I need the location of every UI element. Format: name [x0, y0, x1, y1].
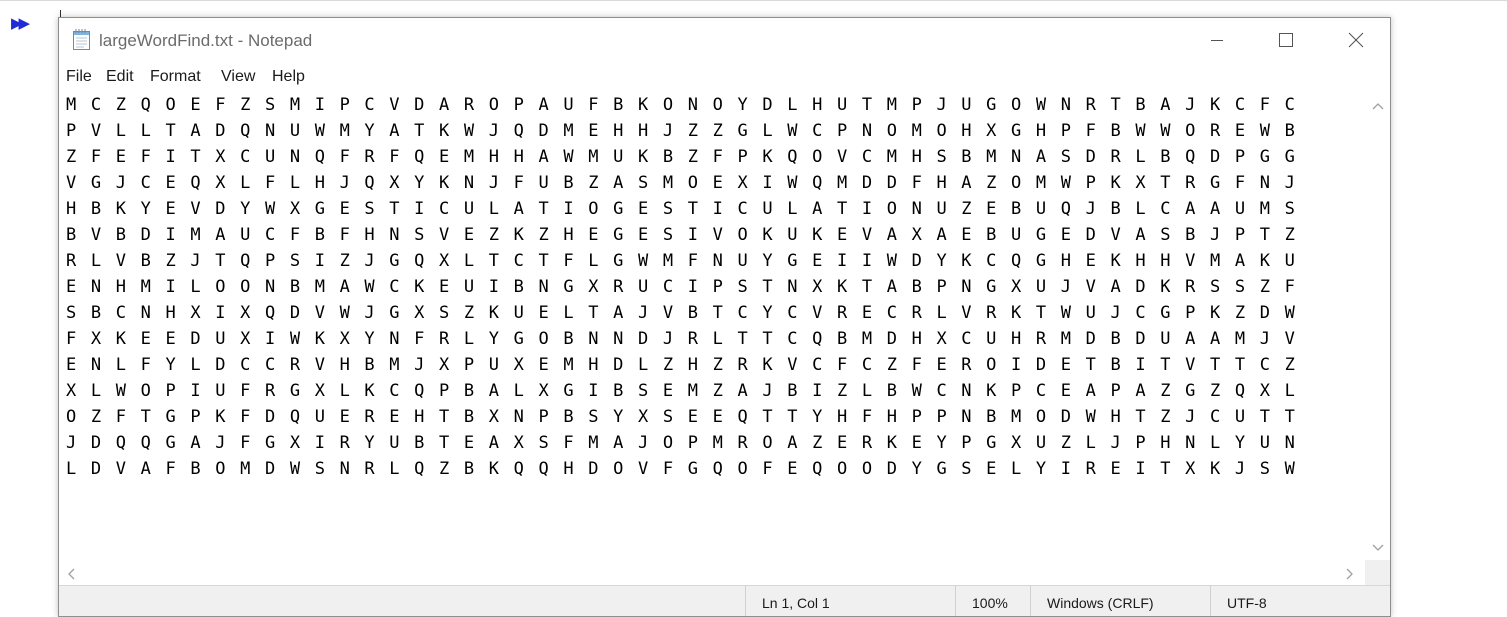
text-line: L D V A F B O M D W S N R L Q Z B K Q Q … — [66, 459, 1298, 479]
menu-view[interactable]: View — [221, 68, 255, 86]
menu-format[interactable]: Format — [150, 68, 201, 86]
window-title: largeWordFind.txt - Notepad — [99, 31, 313, 50]
chevron-down-icon[interactable] — [1372, 540, 1384, 556]
close-icon — [1348, 32, 1364, 48]
cursor-position: Ln 1, Col 1 — [745, 586, 955, 616]
maximize-button[interactable] — [1251, 18, 1321, 62]
chevron-right-icon[interactable] — [1346, 568, 1354, 584]
maximize-icon — [1279, 33, 1293, 47]
minimize-icon — [1211, 40, 1223, 41]
top-border — [0, 0, 1507, 1]
minimize-button[interactable] — [1182, 18, 1252, 62]
chevron-up-icon[interactable] — [1372, 98, 1384, 114]
encoding: UTF-8 — [1210, 586, 1390, 616]
text-line: E N L F Y L D C C R V H B M J X P U X E … — [66, 355, 1298, 375]
run-indicator: ▶▶ — [11, 14, 30, 32]
text-line: M C Z Q O E F Z S M I P C V D A R O P A … — [66, 95, 1298, 115]
scrollbar-corner — [1365, 560, 1390, 586]
text-line: H B K Y E V D Y W X G E S T I C U L A T … — [66, 199, 1298, 219]
text-line: X L W O P I U F R G X L K C Q P B A L X … — [66, 381, 1298, 401]
menu-help[interactable]: Help — [272, 68, 305, 86]
line-ending: Windows (CRLF) — [1030, 586, 1210, 616]
text-line: J D Q Q G A J F G X I R Y U B T E A X S … — [66, 433, 1298, 453]
zoom-level: 100% — [955, 586, 1030, 616]
status-bar: Ln 1, Col 1 100% Windows (CRLF) UTF-8 — [59, 585, 1390, 616]
title-bar[interactable]: largeWordFind.txt - Notepad — [59, 18, 1390, 64]
text-line: F X K E E D U X I W K X Y N F R L Y G O … — [66, 329, 1298, 349]
text-line: R L V B Z J T Q P S I Z J G Q X L T C T … — [66, 251, 1298, 271]
text-line: S B C N H X I X Q D V W J G X S Z K U E … — [66, 303, 1298, 323]
menu-edit[interactable]: Edit — [106, 68, 134, 86]
close-button[interactable] — [1321, 18, 1390, 62]
text-line: P V L L T A D Q N U W M Y A T K W J Q D … — [66, 121, 1298, 141]
text-editor[interactable]: M C Z Q O E F Z S M I P C V D A R O P A … — [59, 92, 1365, 560]
menu-file[interactable]: File — [66, 68, 92, 86]
vertical-scrollbar[interactable] — [1365, 92, 1390, 560]
text-line: O Z F T G P K F D Q U E R E H T B X N P … — [66, 407, 1298, 427]
text-line: V G J C E Q X L F L H J Q X Y K N J F U … — [66, 173, 1298, 193]
notepad-icon — [72, 28, 92, 51]
text-line: B V B D I M A U C F B F H N S V E Z K Z … — [66, 225, 1298, 245]
menu-bar: File Edit Format View Help — [59, 66, 1390, 92]
text-line: Z F E F I T X C U N Q F R F Q E M H H A … — [66, 147, 1298, 167]
notepad-window: largeWordFind.txt - Notepad File Edit Fo… — [58, 17, 1391, 617]
horizontal-scrollbar[interactable] — [59, 560, 1365, 586]
chevron-left-icon[interactable] — [67, 568, 75, 584]
text-line: E N H M I L O O N B M A W C K E U I B N … — [66, 277, 1298, 297]
